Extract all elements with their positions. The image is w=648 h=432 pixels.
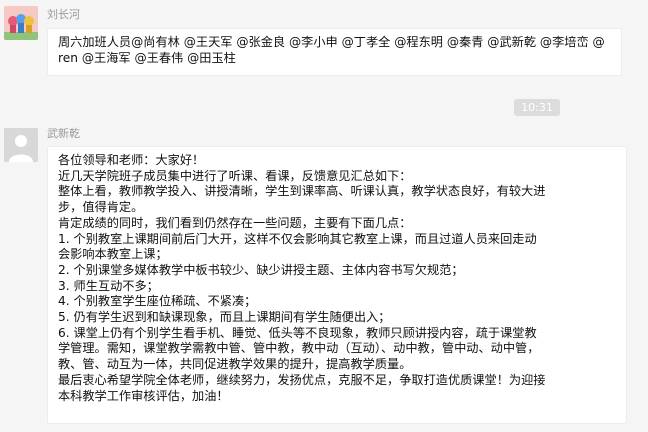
message-text-line: 2. 个别课堂多媒体教学中板书较少、缺少讲授主题、主体内容书写欠规范； bbox=[58, 262, 464, 277]
message-bubble[interactable]: 各位领导和老师：大家好！ 近几天学院班子成员集中进行了听课、看课，反馈意见汇总如… bbox=[47, 146, 627, 424]
message-text-line: 最后衷心希望学院全体老师，继续努力，发扬优点，克服不足，争取打造优质课堂！为迎接 bbox=[58, 372, 546, 387]
message-text-line: 4. 个别教室学生座位稀疏、不紧凑； bbox=[58, 294, 257, 309]
message-text-line: 周六加班人员@尚有林 @王天军 @张金良 @李小申 @丁孝全 @程东明 @秦青 … bbox=[58, 35, 605, 49]
message-text-line: 各位领导和老师：大家好！ bbox=[58, 153, 205, 167]
sender-name: 武新乾 bbox=[47, 127, 80, 140]
message-text-line: ren @王海军 @王春伟 @田玉柱 bbox=[58, 50, 236, 65]
message-text-line: 会影响本教室上课； bbox=[58, 247, 168, 262]
message-text-line: 步，值得肯定。 bbox=[58, 200, 144, 215]
message-text-line: 3. 师生互动不多； bbox=[58, 278, 159, 293]
message-text-line: 本科教学工作审核评估，加油！ bbox=[58, 388, 229, 403]
message-text-line: 6. 课堂上仍有个别学生看手机、睡觉、低头等不良现象，教师只顾讲授内容，疏于课堂… bbox=[58, 325, 537, 340]
message-text-line: 学管理。需知，课堂教学需教中管、管中教，教中动（互动）、动中教，管中动、动中管， bbox=[58, 341, 540, 356]
avatar[interactable] bbox=[4, 128, 38, 162]
time-divider: 10:31 bbox=[514, 99, 560, 116]
sender-name: 刘长河 bbox=[47, 8, 80, 21]
avatar-image bbox=[4, 6, 38, 40]
default-avatar-icon bbox=[4, 128, 38, 162]
message-text-line: 整体上看，教师教学投入、讲授清晰，学生到课率高、听课认真，教学状态良好，有较大进 bbox=[58, 184, 546, 199]
message-text-line: 5. 仍有学生迟到和缺课现象，而且上课期间有学生随便出入； bbox=[58, 310, 391, 325]
message-text-line: 1. 个别教室上课期间前后门大开，这样不仅会影响其它教室上课，而且过道人员来回走… bbox=[58, 231, 537, 246]
avatar[interactable] bbox=[4, 6, 38, 40]
message-text-line: 近几天学院班子成员集中进行了听课、看课，反馈意见汇总如下： bbox=[58, 168, 412, 183]
message-text-line: 肯定成绩的同时，我们看到仍然存在一些问题，主要有下面几点： bbox=[58, 215, 412, 230]
message-bubble[interactable]: 周六加班人员@尚有林 @王天军 @张金良 @李小申 @丁孝全 @程东明 @秦青 … bbox=[47, 28, 622, 76]
message-text-line: 教、管、动互为一体，共同促进教学效果的提升，提高教学质量。 bbox=[58, 357, 412, 372]
